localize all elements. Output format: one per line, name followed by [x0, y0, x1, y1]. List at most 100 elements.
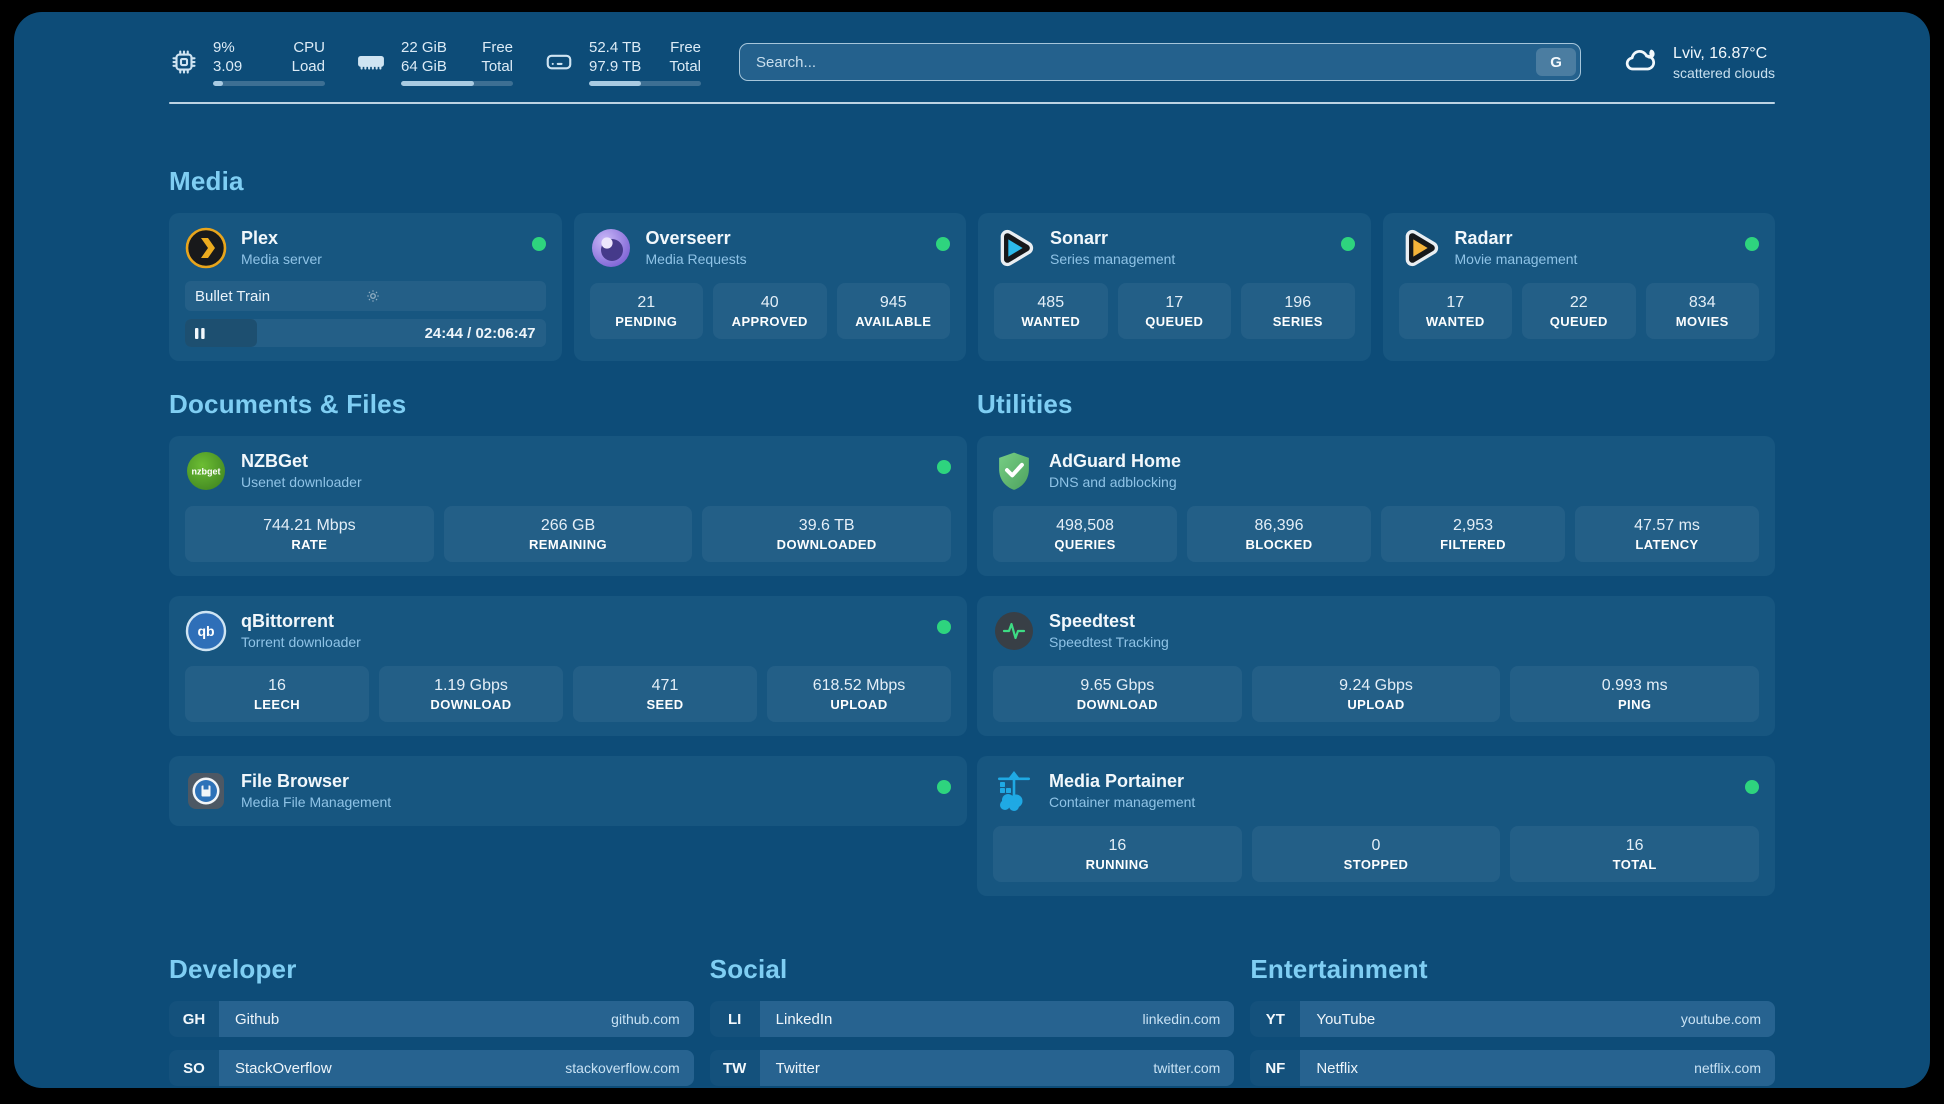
adguard-subtitle: DNS and adblocking	[1049, 473, 1759, 492]
disk-total-label: Total	[669, 57, 701, 76]
qbittorrent-stat-upload: 618.52 MbpsUPLOAD	[767, 666, 951, 722]
pause-icon[interactable]	[194, 327, 206, 340]
filebrowser-status-dot	[937, 780, 951, 794]
portainer-name: Media Portainer	[1049, 770, 1745, 793]
disk-progress	[589, 81, 701, 86]
twitter-abbr: TW	[710, 1050, 760, 1086]
qbittorrent-stat-seed: 471SEED	[573, 666, 757, 722]
cpu-load-value: 3.09	[213, 57, 242, 76]
disk-stat: 52.4 TB 97.9 TB Free Total	[543, 38, 701, 86]
cpu-label: CPU	[292, 38, 325, 57]
weather-location-temp: Lviv, 16.87°C	[1673, 43, 1775, 64]
section-social: Social LI LinkedIn linkedin.com TW Twitt…	[710, 954, 1235, 1086]
section-media: Media Plex Media server	[169, 166, 1775, 361]
adguard-name: AdGuard Home	[1049, 450, 1759, 473]
radarr-card[interactable]: Radarr Movie management 17WANTED 22QUEUE…	[1383, 213, 1776, 361]
stackoverflow-name: StackOverflow	[235, 1060, 565, 1077]
overseerr-stat-available: 945AVAILABLE	[837, 283, 951, 339]
qbittorrent-icon: qb	[185, 610, 227, 652]
link-stackoverflow[interactable]: SO StackOverflow stackoverflow.com	[169, 1050, 694, 1086]
link-youtube[interactable]: YT YouTube youtube.com	[1250, 1001, 1775, 1037]
overseerr-card[interactable]: Overseerr Media Requests 21PENDING 40APP…	[574, 213, 967, 361]
weather-widget[interactable]: Lviv, 16.87°C scattered clouds	[1621, 42, 1775, 83]
nzbget-stat-downloaded: 39.6 TBDOWNLOADED	[702, 506, 951, 562]
adguard-stat-latency: 47.57 msLATENCY	[1575, 506, 1759, 562]
nzbget-icon: nzbget	[185, 450, 227, 492]
ram-stat: 22 GiB 64 GiB Free Total	[355, 38, 513, 86]
cpu-value: 9%	[213, 38, 242, 57]
plex-progress-bar[interactable]: 24:44 / 02:06:47	[185, 319, 546, 347]
nzbget-stat-rate: 744.21 MbpsRATE	[185, 506, 434, 562]
github-name: Github	[235, 1011, 611, 1028]
documents-section-title: Documents & Files	[169, 389, 967, 420]
overseerr-subtitle: Media Requests	[646, 250, 937, 269]
radarr-name: Radarr	[1455, 227, 1746, 250]
ram-total-label: Total	[481, 57, 513, 76]
disk-icon	[543, 47, 575, 77]
sonarr-status-dot	[1341, 237, 1355, 251]
link-github[interactable]: GH Github github.com	[169, 1001, 694, 1037]
portainer-crane-icon	[993, 770, 1035, 812]
speedtest-card[interactable]: Speedtest Speedtest Tracking 9.65 GbpsDO…	[977, 596, 1775, 736]
nzbget-name: NZBGet	[241, 450, 937, 473]
sonarr-stat-series: 196SERIES	[1241, 283, 1355, 339]
section-developer: Developer GH Github github.com SO StackO…	[169, 954, 694, 1088]
portainer-stat-total: 16TOTAL	[1510, 826, 1759, 882]
link-netflix[interactable]: NF Netflix netflix.com	[1250, 1050, 1775, 1086]
sonarr-icon	[994, 227, 1036, 269]
svg-text:qb: qb	[197, 623, 214, 639]
link-linkedin[interactable]: LI LinkedIn linkedin.com	[710, 1001, 1235, 1037]
speedtest-stat-ping: 0.993 msPING	[1510, 666, 1759, 722]
plex-card[interactable]: Plex Media server Bullet Train	[169, 213, 562, 361]
twitter-name: Twitter	[776, 1060, 1154, 1077]
youtube-url: youtube.com	[1681, 1011, 1761, 1027]
header-divider	[169, 102, 1775, 104]
search-engine-button[interactable]: G	[1536, 48, 1576, 76]
adguard-shield-icon	[993, 450, 1035, 492]
sonarr-card[interactable]: Sonarr Series management 485WANTED 17QUE…	[978, 213, 1371, 361]
speedtest-stat-download: 9.65 GbpsDOWNLOAD	[993, 666, 1242, 722]
nzbget-card[interactable]: nzbget NZBGet Usenet downloader 744.21 M…	[169, 436, 967, 576]
stackoverflow-abbr: SO	[169, 1050, 219, 1086]
stackoverflow-url: stackoverflow.com	[565, 1060, 679, 1076]
disk-total-value: 97.9 TB	[589, 57, 641, 76]
section-entertainment: Entertainment YT YouTube youtube.com NF …	[1250, 954, 1775, 1088]
plex-now-playing-row: Bullet Train	[185, 281, 546, 311]
cpu-stat: 9% 3.09 CPU Load	[169, 38, 325, 86]
speedtest-pulse-icon	[993, 610, 1035, 652]
nzbget-status-dot	[937, 460, 951, 474]
overseerr-name: Overseerr	[646, 227, 937, 250]
nzbget-subtitle: Usenet downloader	[241, 473, 937, 492]
radarr-icon	[1399, 227, 1441, 269]
radarr-subtitle: Movie management	[1455, 250, 1746, 269]
sonarr-stat-queued: 17QUEUED	[1118, 283, 1232, 339]
social-section-title: Social	[710, 954, 1235, 985]
portainer-card[interactable]: Media Portainer Container management 16R…	[977, 756, 1775, 896]
qbittorrent-stat-leech: 16LEECH	[185, 666, 369, 722]
filebrowser-card[interactable]: File Browser Media File Management	[169, 756, 967, 826]
cpu-load-label: Load	[292, 57, 325, 76]
youtube-name: YouTube	[1316, 1011, 1681, 1028]
plex-name: Plex	[241, 227, 532, 250]
adguard-card[interactable]: AdGuard Home DNS and adblocking 498,508Q…	[977, 436, 1775, 576]
adguard-stat-queries: 498,508QUERIES	[993, 506, 1177, 562]
plex-status-dot	[532, 237, 546, 251]
github-abbr: GH	[169, 1001, 219, 1037]
ram-icon	[355, 47, 387, 77]
netflix-name: Netflix	[1316, 1060, 1694, 1077]
media-section-title: Media	[169, 166, 1775, 197]
nzbget-stat-remaining: 266 GBREMAINING	[444, 506, 693, 562]
stream-settings-gear-icon[interactable]	[365, 288, 535, 304]
dashboard-canvas: 9% 3.09 CPU Load	[14, 12, 1930, 1088]
overseerr-status-dot	[936, 237, 950, 251]
disk-free-value: 52.4 TB	[589, 38, 641, 57]
link-twitter[interactable]: TW Twitter twitter.com	[710, 1050, 1235, 1086]
adguard-stat-blocked: 86,396BLOCKED	[1187, 506, 1371, 562]
qbittorrent-name: qBittorrent	[241, 610, 937, 633]
radarr-stat-wanted: 17WANTED	[1399, 283, 1513, 339]
developer-section-title: Developer	[169, 954, 694, 985]
qbittorrent-status-dot	[937, 620, 951, 634]
qbittorrent-card[interactable]: qb qBittorrent Torrent downloader 16LEEC…	[169, 596, 967, 736]
filebrowser-icon	[185, 770, 227, 812]
search-input[interactable]	[739, 43, 1581, 81]
